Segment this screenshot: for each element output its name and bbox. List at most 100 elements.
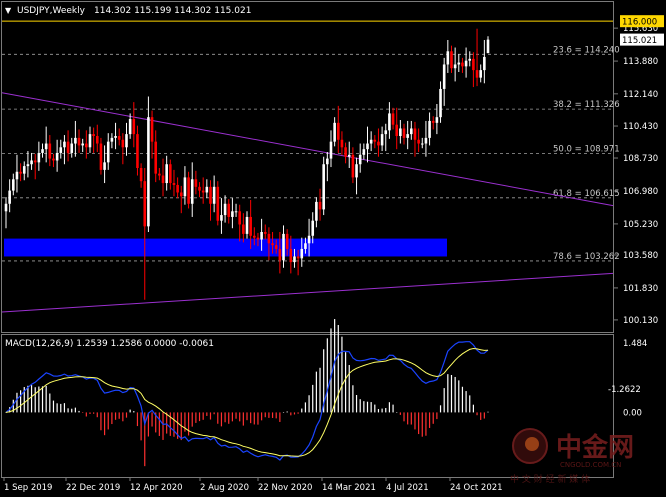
candle[interactable]: [121, 133, 125, 165]
candle[interactable]: [136, 125, 139, 176]
candle[interactable]: [238, 204, 241, 242]
candle[interactable]: [179, 185, 183, 214]
candle[interactable]: [223, 195, 227, 223]
candle[interactable]: [231, 198, 234, 229]
candle[interactable]: [4, 197, 8, 229]
candle[interactable]: [125, 122, 128, 156]
candle[interactable]: [344, 142, 347, 164]
candle[interactable]: [384, 123, 388, 152]
candle[interactable]: [428, 112, 431, 146]
candle[interactable]: [406, 120, 409, 150]
candle[interactable]: [95, 124, 99, 152]
candle[interactable]: [216, 181, 220, 226]
candle[interactable]: [388, 102, 391, 139]
candle[interactable]: [158, 168, 161, 181]
candle[interactable]: [110, 133, 114, 149]
header-triangle-icon[interactable]: ▼: [5, 6, 12, 15]
candle[interactable]: [201, 177, 205, 204]
candle[interactable]: [402, 123, 406, 145]
candle[interactable]: [30, 152, 33, 170]
candle[interactable]: [461, 57, 464, 73]
candle[interactable]: [59, 139, 63, 159]
candle[interactable]: [220, 198, 223, 234]
candle[interactable]: [81, 138, 84, 152]
candle[interactable]: [468, 51, 472, 67]
candle[interactable]: [420, 137, 424, 149]
candle[interactable]: [12, 173, 15, 196]
candle[interactable]: [143, 168, 147, 300]
candle[interactable]: [479, 64, 482, 83]
candle[interactable]: [114, 122, 117, 150]
candle[interactable]: [103, 145, 106, 184]
candle[interactable]: [77, 129, 81, 153]
candle[interactable]: [464, 47, 468, 78]
candle[interactable]: [99, 137, 103, 175]
candle[interactable]: [234, 203, 238, 217]
candle[interactable]: [117, 128, 121, 146]
candle[interactable]: [37, 141, 41, 171]
candle[interactable]: [318, 188, 322, 221]
candle[interactable]: [358, 143, 362, 173]
candle[interactable]: [183, 166, 187, 205]
candle[interactable]: [19, 163, 22, 182]
candle[interactable]: [48, 135, 52, 167]
candle[interactable]: [165, 155, 168, 191]
candle[interactable]: [322, 156, 325, 216]
candle[interactable]: [457, 54, 461, 72]
candle[interactable]: [351, 147, 355, 184]
candle[interactable]: [475, 28, 479, 87]
candle[interactable]: [446, 40, 450, 73]
candle[interactable]: [150, 110, 154, 159]
candle[interactable]: [347, 141, 351, 168]
chart-canvas[interactable]: 中金网 CNGOLD.COM.CN 中 文 财 经 新 媒 体 23.6 = 1…: [0, 0, 666, 497]
candle[interactable]: [198, 182, 201, 198]
candle[interactable]: [212, 175, 216, 213]
candle[interactable]: [417, 128, 420, 152]
candle[interactable]: [326, 152, 329, 182]
candle[interactable]: [194, 170, 198, 195]
candle[interactable]: [172, 169, 176, 197]
candle[interactable]: [315, 197, 318, 228]
candle[interactable]: [395, 107, 399, 150]
candle[interactable]: [227, 199, 231, 224]
candle[interactable]: [22, 161, 26, 181]
candle[interactable]: [190, 162, 194, 217]
candle[interactable]: [55, 139, 59, 172]
candle[interactable]: [41, 143, 44, 158]
candle[interactable]: [15, 154, 19, 193]
candle[interactable]: [391, 107, 395, 130]
candle[interactable]: [70, 137, 74, 158]
candle[interactable]: [336, 105, 340, 153]
candle[interactable]: [333, 117, 336, 147]
candle[interactable]: [442, 57, 446, 106]
candle[interactable]: [242, 213, 245, 243]
candle[interactable]: [431, 116, 435, 130]
candle[interactable]: [340, 131, 344, 155]
candle[interactable]: [147, 96, 150, 232]
candle[interactable]: [26, 151, 30, 178]
candle[interactable]: [263, 224, 267, 240]
candle[interactable]: [88, 126, 92, 153]
candle[interactable]: [52, 153, 55, 168]
candle[interactable]: [373, 135, 377, 149]
candle[interactable]: [282, 225, 285, 268]
candle[interactable]: [413, 121, 417, 157]
candle[interactable]: [453, 47, 457, 82]
candle[interactable]: [486, 36, 490, 54]
candle[interactable]: [169, 159, 172, 190]
candle[interactable]: [63, 135, 66, 165]
candle[interactable]: [424, 120, 428, 157]
candle[interactable]: [205, 179, 209, 199]
candle[interactable]: [33, 153, 37, 180]
candle[interactable]: [44, 126, 48, 163]
ascending-trendline[interactable]: [1, 272, 614, 313]
candle[interactable]: [176, 177, 179, 199]
candle[interactable]: [377, 128, 380, 157]
candle[interactable]: [154, 130, 158, 183]
candle[interactable]: [380, 126, 384, 152]
candle[interactable]: [187, 171, 190, 209]
candle[interactable]: [92, 127, 95, 153]
candle[interactable]: [439, 81, 442, 123]
candle[interactable]: [245, 211, 249, 239]
candle[interactable]: [128, 113, 132, 139]
